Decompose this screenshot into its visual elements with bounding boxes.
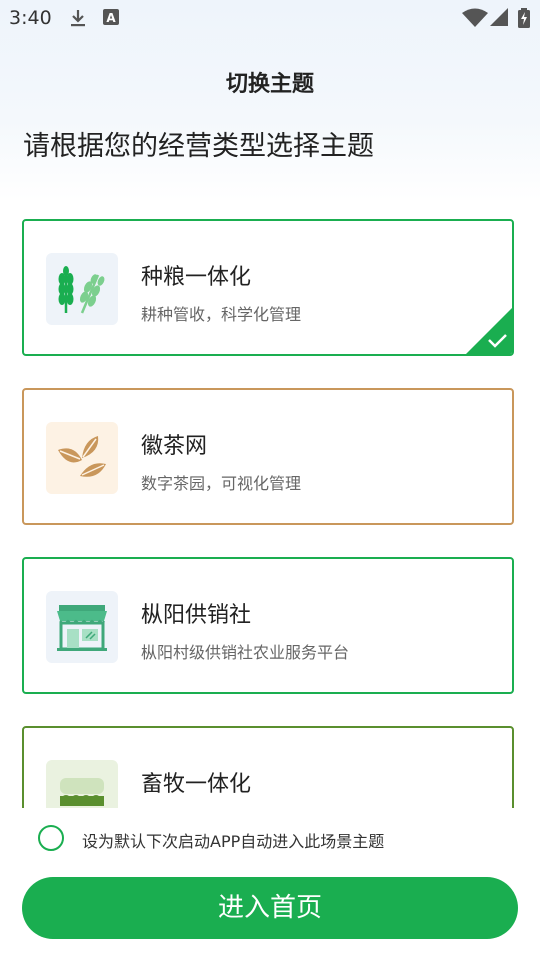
svg-text:A: A	[106, 11, 116, 25]
page-subtitle: 请根据您的经营类型选择主题	[23, 131, 374, 162]
default-theme-label[interactable]: 设为默认下次启动APP自动进入此场景主题	[82, 828, 384, 852]
theme-name: 畜牧一体化	[141, 772, 252, 797]
selected-check-icon	[464, 306, 512, 354]
theme-desc: 数字茶园，可视化管理	[141, 474, 302, 493]
page-title: 切换主题	[225, 72, 314, 97]
a-notification-icon: A	[102, 8, 120, 31]
wifi-icon	[462, 8, 488, 33]
download-icon	[68, 8, 88, 33]
wheat-icon	[46, 253, 118, 325]
storefront-icon	[46, 591, 118, 663]
theme-name: 枞阳供销社	[141, 603, 252, 628]
theme-name: 徽茶网	[141, 434, 208, 459]
theme-card-tea[interactable]: 徽茶网 数字茶园，可视化管理	[22, 388, 514, 525]
tea-leaf-icon	[46, 422, 118, 494]
signal-icon	[490, 8, 508, 31]
theme-name: 种粮一体化	[141, 265, 252, 290]
theme-desc: 耕种管收，科学化管理	[141, 305, 302, 324]
status-bar: 3:40 A	[0, 0, 540, 36]
battery-charging-icon	[518, 8, 530, 33]
status-time: 3:40	[9, 7, 52, 29]
theme-card-coop[interactable]: 枞阳供销社 枞阳村级供销社农业服务平台	[22, 557, 514, 694]
theme-card-grain[interactable]: 种粮一体化 耕种管收，科学化管理	[22, 219, 514, 356]
enter-home-button[interactable]: 进入首页	[22, 877, 518, 939]
theme-desc: 枞阳村级供销社农业服务平台	[141, 643, 350, 662]
default-theme-radio[interactable]	[38, 825, 64, 851]
